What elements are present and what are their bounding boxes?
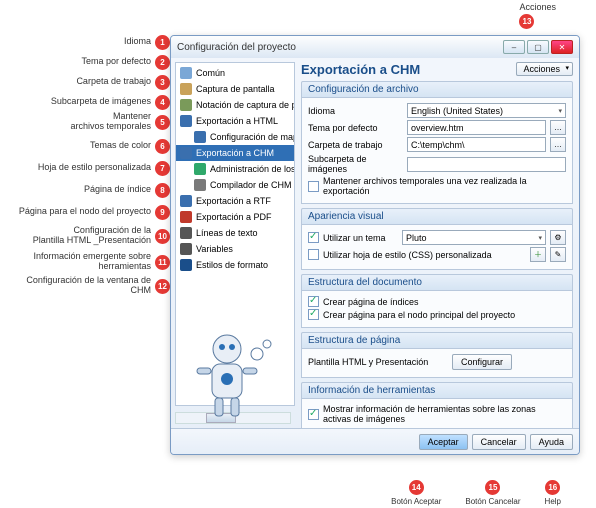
configure-button[interactable]: Configurar [452,354,512,370]
proj-page-label: Crear página para el nodo principal del … [323,310,515,320]
callout-5: Mantenerarchivos temporales5 [70,112,170,132]
section-docstruct: Estructura del documento [301,274,573,291]
callout-9: Página para el nodo del proyecto9 [19,202,170,222]
workdir-label: Carpeta de trabajo [308,140,403,150]
tree-item[interactable]: Exportación a CHM [176,145,294,161]
minimize-button[interactable]: – [503,40,525,54]
tree-item[interactable]: Captura de pantalla [176,81,294,97]
theme-settings-button[interactable]: ⚙ [550,230,566,245]
tree-item[interactable]: Compilador de CHM [176,177,294,193]
workdir-browse-button[interactable]: … [550,137,566,152]
cancel-button[interactable]: Cancelar [472,434,526,450]
idx-page-checkbox[interactable] [308,296,319,307]
callout-top: Acciones 13 [519,2,556,29]
callout-1: Idioma1 [124,32,170,52]
use-css-checkbox[interactable] [308,249,319,260]
theme-browse-button[interactable]: … [550,120,566,135]
help-button[interactable]: Ayuda [530,434,573,450]
tree-item[interactable]: Exportación a HTML [176,113,294,129]
tree-panel: ComúnCaptura de pantallaNotación de capt… [171,58,295,428]
lang-label: Idioma [308,106,403,116]
callout-3: Carpeta de trabajo3 [76,72,170,92]
idx-page-label: Crear página de índices [323,297,419,307]
lang-select[interactable]: English (United States) [407,103,566,118]
robot-illustration [177,324,287,424]
css-add-button[interactable]: ＋ [530,247,546,262]
toolinfo-checkbox[interactable] [308,409,319,420]
subimg-input[interactable] [407,157,566,172]
keeptemp-checkbox[interactable] [308,181,319,192]
keeptemp-label: Mantener archivos temporales una vez rea… [323,176,566,196]
callout-6: Temas de color6 [90,136,170,156]
dialog-footer: Aceptar Cancelar Ayuda [171,428,579,454]
callout-15: 15Botón Cancelar [465,480,520,506]
callout-16: 16Help [545,480,561,506]
section-pagestruct: Estructura de página [301,332,573,349]
actions-dropdown[interactable]: Acciones [516,62,573,76]
content-panel: Acciones Exportación a CHM Configuración… [295,58,579,428]
callouts-bottom: 14Botón Aceptar 15Botón Cancelar 16Help [391,480,561,506]
window-title: Configuración del proyecto [177,42,296,53]
theme-select[interactable]: Pluto [402,230,546,245]
tree-item[interactable]: Estilos de formato [176,257,294,273]
tree-item[interactable]: Configuración de mapa y [176,129,294,145]
callout-label: Acciones [519,2,556,12]
css-edit-button[interactable]: ✎ [550,247,566,262]
workdir-input[interactable]: C:\temp\chm\ [407,137,546,152]
tree-item[interactable]: Líneas de texto [176,225,294,241]
section-toolinfo: Información de herramientas [301,382,573,399]
tree-item[interactable]: Administración de los Hel [176,161,294,177]
callout-11: Información emergente sobre herramientas… [11,252,170,272]
callout-14: 14Botón Aceptar [391,480,441,506]
callout-10: Configuración de laPlantilla HTML _Prese… [33,226,170,246]
project-config-window: Configuración del proyecto – ▢ ✕ ComúnCa… [170,35,580,455]
use-css-label: Utilizar hoja de estilo (CSS) personaliz… [323,250,526,260]
toolinfo-label: Mostrar información de herramientas sobr… [323,404,566,424]
callout-bubble: 13 [519,14,534,29]
callout-8: Página de índice8 [84,180,170,200]
section-visual: Apariencia visual [301,208,573,225]
proj-page-checkbox[interactable] [308,309,319,320]
callout-2: Tema por defecto2 [81,52,170,72]
titlebar[interactable]: Configuración del proyecto – ▢ ✕ [171,36,579,58]
tree-item[interactable]: Variables [176,241,294,257]
callout-7: Hoja de estilo personalizada7 [38,158,170,178]
theme-input[interactable]: overview.htm [407,120,546,135]
tree-item[interactable]: Exportación a RTF [176,193,294,209]
maximize-button[interactable]: ▢ [527,40,549,54]
callout-4: Subcarpeta de imágenes4 [51,92,170,112]
html-tpl-label: Plantilla HTML y Presentación [308,357,448,367]
ok-button[interactable]: Aceptar [419,434,468,450]
subimg-label: Subcarpeta de imágenes [308,154,403,174]
callout-12: Configuración de la ventana deCHM12 [26,276,170,296]
theme-label: Tema por defecto [308,123,403,133]
tree-item[interactable]: Exportación a PDF [176,209,294,225]
use-theme-label: Utilizar un tema [323,233,398,243]
close-button[interactable]: ✕ [551,40,573,54]
tree-item[interactable]: Común [176,65,294,81]
tree-item[interactable]: Notación de captura de pantal [176,97,294,113]
section-file-config: Configuración de archivo [301,81,573,98]
use-theme-checkbox[interactable] [308,232,319,243]
